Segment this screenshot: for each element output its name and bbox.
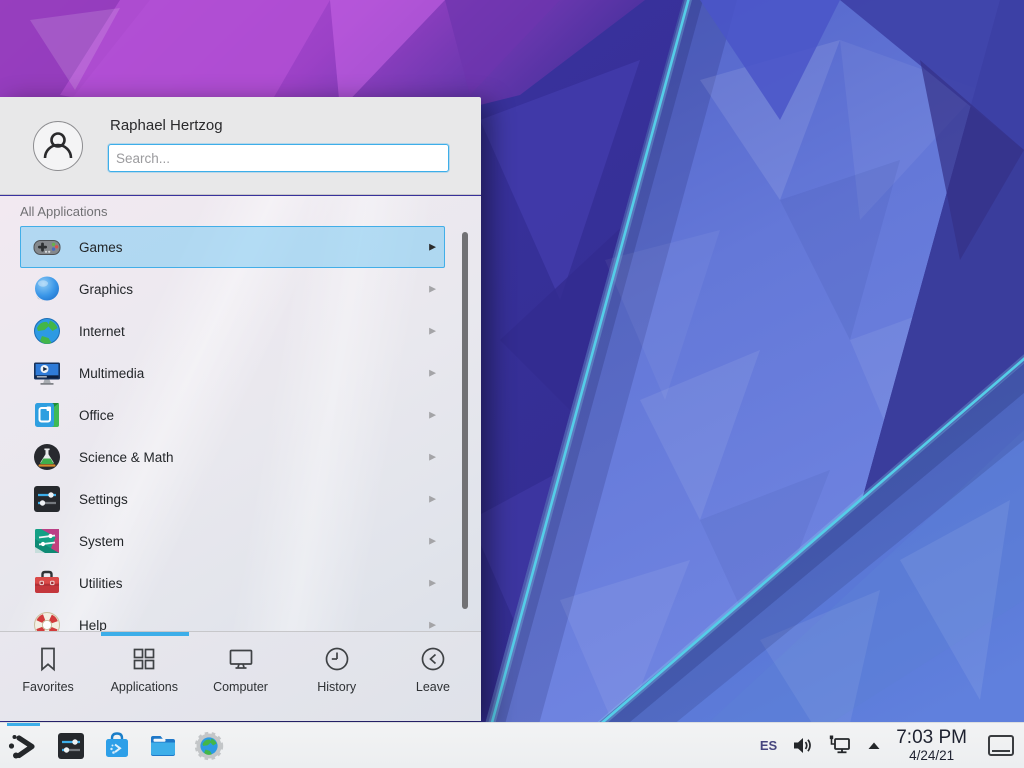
- clock-icon: [323, 645, 351, 673]
- clock-date: 4/24/21: [896, 749, 967, 764]
- science-flask-icon: [31, 441, 63, 473]
- launcher-active-indicator: [7, 723, 40, 726]
- category-label: Games: [79, 240, 123, 255]
- submenu-arrow-icon: ▶: [429, 410, 436, 421]
- category-games[interactable]: Games ▶: [20, 226, 445, 268]
- category-label: Multimedia: [79, 366, 144, 381]
- submenu-arrow-icon: ▶: [429, 242, 436, 253]
- category-help[interactable]: Help ▶: [20, 604, 445, 631]
- category-label: Science & Math: [79, 450, 174, 465]
- launcher-app-list-area: All Applications Games ▶: [0, 196, 481, 631]
- application-launcher-button[interactable]: [0, 723, 46, 768]
- category-office[interactable]: Office ▶: [20, 394, 445, 436]
- system-tray: ES 7:03 PM 4/24/21: [760, 728, 1024, 764]
- section-label: All Applications: [20, 204, 481, 219]
- category-internet[interactable]: Internet ▶: [20, 310, 445, 352]
- category-system[interactable]: System ▶: [20, 520, 445, 562]
- category-label: Internet: [79, 324, 125, 339]
- tab-label: Computer: [213, 680, 268, 694]
- submenu-arrow-icon: ▶: [429, 326, 436, 337]
- taskbar-app-icons: [55, 730, 225, 762]
- submenu-arrow-icon: ▶: [429, 494, 436, 505]
- toolbox-icon: [31, 567, 63, 599]
- category-list: Games ▶ Graphics ▶: [0, 226, 481, 631]
- tab-history[interactable]: History: [289, 632, 385, 721]
- bookmark-icon: [34, 645, 62, 673]
- user-icon: [36, 124, 80, 168]
- list-scrollbar[interactable]: [462, 232, 468, 609]
- submenu-arrow-icon: ▶: [429, 284, 436, 295]
- globe-icon: [31, 315, 63, 347]
- launcher-tab-bar: Favorites Applications Computer: [0, 631, 481, 721]
- clock-time: 7:03 PM: [896, 728, 967, 749]
- search-input[interactable]: [108, 144, 449, 172]
- category-label: Settings: [79, 492, 128, 507]
- office-document-icon: [31, 399, 63, 431]
- gamepad-icon: [31, 231, 63, 263]
- category-multimedia[interactable]: Multimedia ▶: [20, 352, 445, 394]
- network-wired-icon[interactable]: [828, 735, 852, 755]
- application-launcher-popup: Raphael Hertzog All Applications Games ▶: [0, 97, 481, 721]
- submenu-arrow-icon: ▶: [429, 578, 436, 589]
- submenu-arrow-icon: ▶: [429, 536, 436, 547]
- submenu-arrow-icon: ▶: [429, 620, 436, 631]
- category-utilities[interactable]: Utilities ▶: [20, 562, 445, 604]
- help-lifebuoy-icon: [31, 609, 63, 631]
- category-label: System: [79, 534, 124, 549]
- active-tab-indicator: [101, 632, 189, 636]
- tab-label: Leave: [416, 680, 450, 694]
- user-avatar[interactable]: [33, 121, 83, 171]
- dolphin-folder-icon[interactable]: [147, 730, 179, 762]
- tab-label: History: [317, 680, 356, 694]
- discover-icon[interactable]: [101, 730, 133, 762]
- tab-label: Favorites: [22, 680, 73, 694]
- multimedia-monitor-icon: [31, 357, 63, 389]
- settings-sliders-icon: [31, 483, 63, 515]
- system-sliders-icon: [31, 525, 63, 557]
- app-grid-icon: [130, 645, 158, 673]
- tab-leave[interactable]: Leave: [385, 632, 481, 721]
- show-desktop-button[interactable]: [988, 735, 1014, 756]
- graphics-sphere-icon: [31, 273, 63, 305]
- submenu-arrow-icon: ▶: [429, 452, 436, 463]
- konqueror-globe-icon[interactable]: [193, 730, 225, 762]
- tray-expand-arrow-icon[interactable]: [867, 741, 881, 750]
- category-label: Help: [79, 618, 107, 632]
- tab-favorites[interactable]: Favorites: [0, 632, 96, 721]
- keyboard-layout-indicator[interactable]: ES: [760, 738, 777, 753]
- taskbar-panel: ES 7:03 PM 4/24/21: [0, 722, 1024, 768]
- tab-label: Applications: [111, 680, 178, 694]
- launcher-header: Raphael Hertzog: [0, 97, 481, 195]
- system-settings-icon[interactable]: [55, 730, 87, 762]
- category-label: Utilities: [79, 576, 123, 591]
- digital-clock[interactable]: 7:03 PM 4/24/21: [896, 728, 967, 764]
- speaker-icon[interactable]: [792, 736, 813, 755]
- user-name: Raphael Hertzog: [110, 117, 223, 134]
- kde-kickoff-icon: [7, 730, 39, 762]
- category-science-math[interactable]: Science & Math ▶: [20, 436, 445, 478]
- monitor-icon: [227, 645, 255, 673]
- category-settings[interactable]: Settings ▶: [20, 478, 445, 520]
- leave-circle-icon: [419, 645, 447, 673]
- category-label: Office: [79, 408, 114, 423]
- tab-applications[interactable]: Applications: [96, 632, 192, 721]
- tab-computer[interactable]: Computer: [192, 632, 288, 721]
- category-graphics[interactable]: Graphics ▶: [20, 268, 445, 310]
- submenu-arrow-icon: ▶: [429, 368, 436, 379]
- category-label: Graphics: [79, 282, 133, 297]
